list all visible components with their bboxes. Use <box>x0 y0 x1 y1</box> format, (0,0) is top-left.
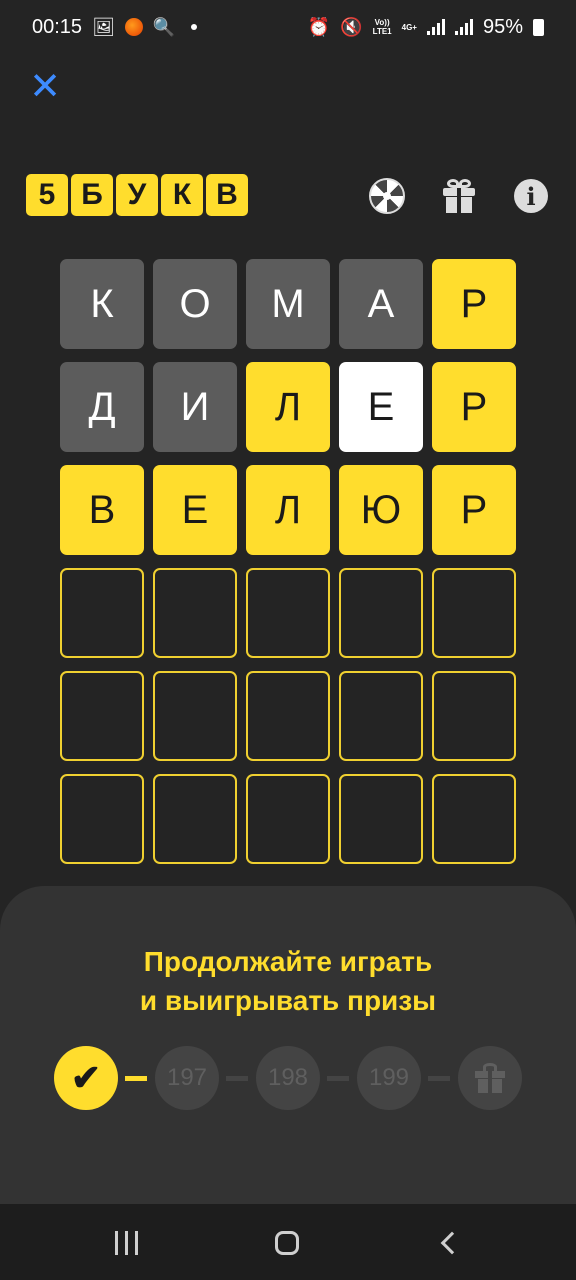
letter-cell: Р <box>432 362 516 452</box>
back-icon <box>440 1231 464 1255</box>
mute-icon: 🔇 <box>340 17 363 37</box>
letter-cell: Ю <box>339 465 423 555</box>
letter-cell: О <box>153 259 237 349</box>
gallery-icon: 🖼 <box>92 17 115 37</box>
recents-icon <box>114 1231 138 1255</box>
letter-cell: Л <box>246 362 330 452</box>
volte-indicator: Vo)) LTE1 <box>372 18 392 36</box>
app-notification-icon <box>124 18 143 36</box>
empty-cell <box>60 774 144 864</box>
progress-connector <box>125 1076 147 1081</box>
battery-percent: 95% <box>482 15 523 38</box>
letter-cell: Е <box>153 465 237 555</box>
progress-step: 199 <box>357 1046 421 1110</box>
network-type: 4G+ <box>401 22 417 32</box>
prize-sheet: Продолжайте играть и выигрывать призы ✔В… <box>0 886 576 1204</box>
empty-cell <box>432 671 516 761</box>
status-right: ⏰ 🔇 Vo)) LTE1 4G+ 95% <box>308 16 544 39</box>
progress-connector <box>428 1076 450 1081</box>
empty-cell <box>339 671 423 761</box>
logo-letter: К <box>161 174 203 216</box>
sheet-title: Продолжайте играть и выигрывать призы <box>139 946 437 1016</box>
letter-cell: А <box>339 259 423 349</box>
more-notifications-icon <box>191 24 198 30</box>
empty-cell <box>60 568 144 658</box>
gift-button[interactable] <box>440 176 478 216</box>
letter-cell: И <box>153 362 237 452</box>
game-board: КОМАРДИЛЕРВЕЛЮР <box>60 259 516 864</box>
logo-letter: В <box>206 174 248 216</box>
back-button[interactable] <box>428 1226 468 1260</box>
logo-letter: У <box>116 174 158 216</box>
completed-step-check: ✔ <box>54 1046 118 1110</box>
home-icon <box>275 1231 299 1255</box>
logo-letter: 5 <box>26 174 68 216</box>
prize-progress: ✔Велюр197198199 <box>54 1046 524 1110</box>
logo-letter: Б <box>71 174 113 216</box>
gift-icon <box>443 179 475 213</box>
info-icon: i <box>514 179 548 213</box>
progress-step: 198 <box>256 1046 320 1110</box>
home-button[interactable] <box>267 1226 307 1260</box>
empty-cell <box>153 774 237 864</box>
progress-connector <box>327 1076 349 1081</box>
system-nav-bar <box>0 1204 576 1280</box>
close-icon[interactable]: ✕ <box>28 68 62 106</box>
signal-icon-2 <box>454 19 473 35</box>
letter-cell: Р <box>432 259 516 349</box>
info-button[interactable]: i <box>512 176 550 216</box>
empty-cell <box>339 568 423 658</box>
letter-cell: Е <box>339 362 423 452</box>
empty-cell <box>339 774 423 864</box>
empty-cell <box>153 568 237 658</box>
wheel-icon <box>369 178 405 214</box>
empty-cell <box>246 568 330 658</box>
empty-cell <box>246 774 330 864</box>
letter-cell: М <box>246 259 330 349</box>
letter-cell: Р <box>432 465 516 555</box>
empty-cell <box>432 568 516 658</box>
signal-icon <box>426 19 445 35</box>
empty-cell <box>432 774 516 864</box>
status-bar: 00:15 🖼 🔍 ⏰ 🔇 Vo)) LTE1 4G+ 95% <box>0 0 576 54</box>
prize-gift-step <box>458 1046 522 1110</box>
progress-connector <box>226 1076 248 1081</box>
letter-cell: Д <box>60 362 144 452</box>
gift-icon <box>475 1063 505 1093</box>
clock: 00:15 <box>32 15 83 38</box>
fortune-wheel-button[interactable] <box>368 176 406 216</box>
header-actions: i <box>368 176 550 216</box>
empty-cell <box>153 671 237 761</box>
game-logo: 5БУКВ <box>26 174 248 216</box>
search-icon: 🔍 <box>152 17 176 37</box>
empty-cell <box>246 671 330 761</box>
empty-cell <box>60 671 144 761</box>
battery-icon <box>533 18 544 36</box>
letter-cell: Л <box>246 465 330 555</box>
letter-cell: К <box>60 259 144 349</box>
letter-cell: В <box>60 465 144 555</box>
recents-button[interactable] <box>106 1226 146 1260</box>
progress-step: 197 <box>155 1046 219 1110</box>
status-left: 00:15 🖼 🔍 <box>32 15 198 39</box>
alarm-icon: ⏰ <box>307 17 331 37</box>
